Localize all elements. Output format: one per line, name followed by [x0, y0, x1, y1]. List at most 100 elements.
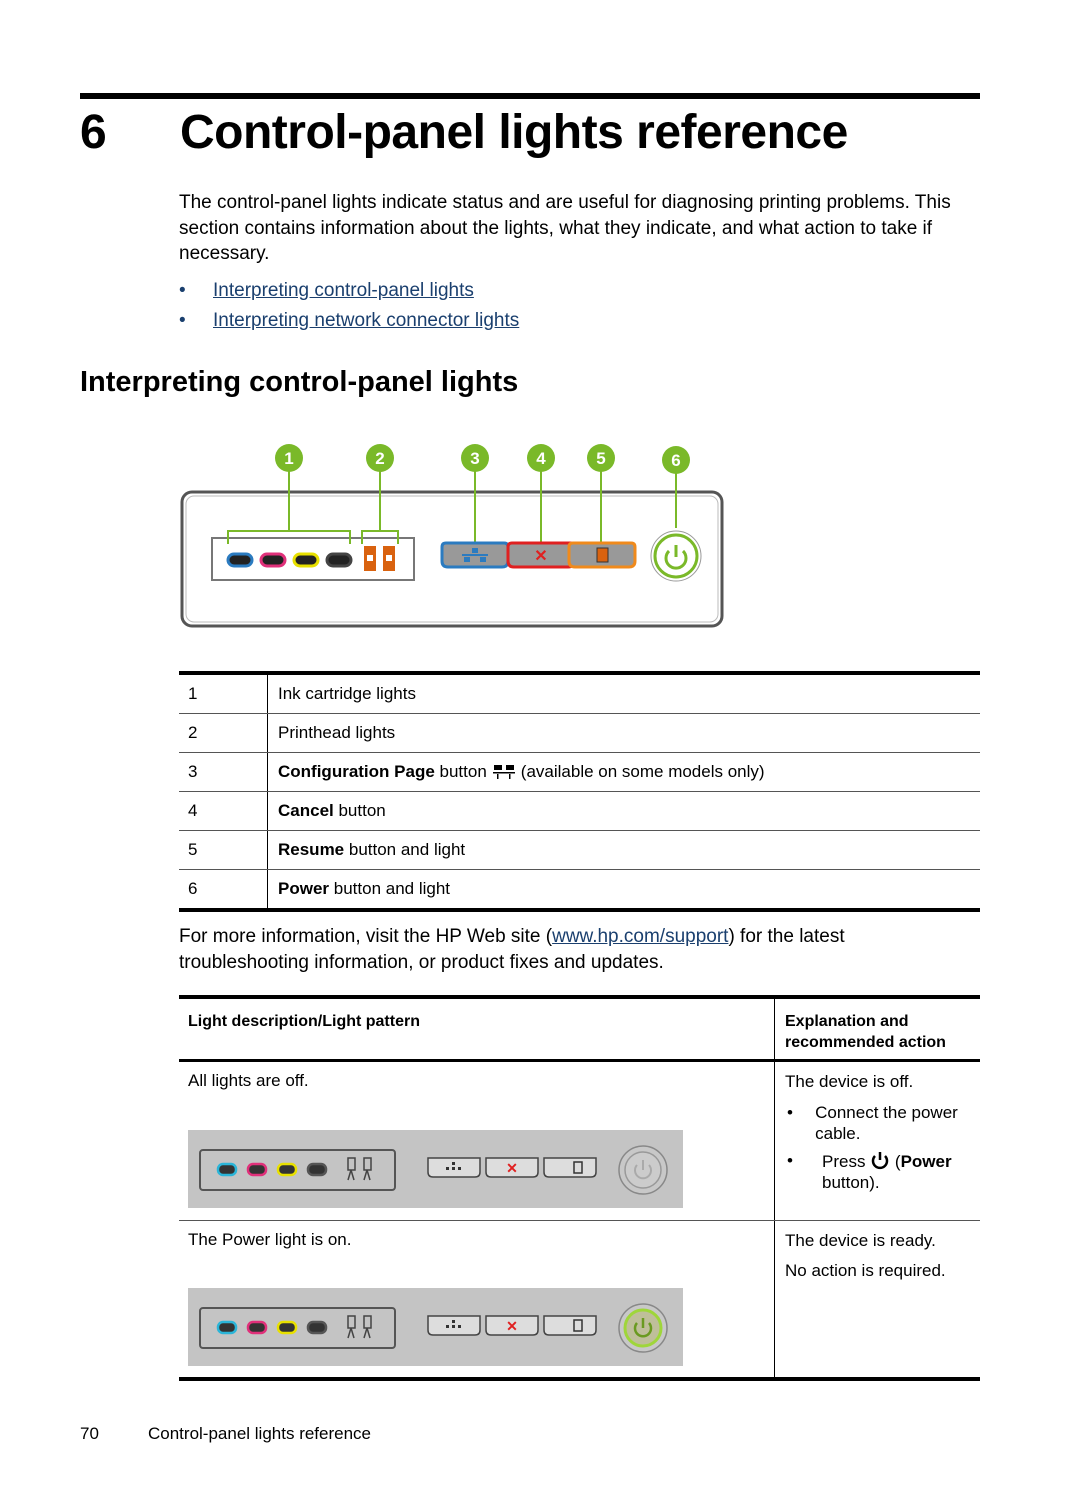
page-number: 70: [80, 1424, 99, 1443]
row-number: 3: [179, 753, 268, 791]
control-panel-figure: ✕ 1 2 3 4 5 6: [180, 444, 724, 628]
link-item: • Interpreting network connector lights: [179, 306, 519, 336]
cyan-ink-light: [216, 1162, 238, 1177]
callout-2-label: 2: [375, 449, 384, 468]
bullet-icon: •: [179, 280, 186, 301]
header-explanation: Explanation and recommended action: [785, 1013, 946, 1051]
link-interpreting-network-connector-lights[interactable]: Interpreting network connector lights: [213, 306, 519, 336]
table-row: All lights are off. ✕ The device is off.…: [179, 1062, 980, 1221]
callout-1-label: 1: [284, 449, 293, 468]
footer-chapter-title: Control-panel lights reference: [148, 1424, 372, 1443]
row-bold-text: Cancel: [278, 801, 334, 820]
black-ink-light: [306, 1162, 328, 1177]
light-description-cell: All lights are off. ✕: [179, 1062, 775, 1220]
row-description: Cancel button: [268, 792, 980, 830]
callout-4-label: 4: [536, 449, 546, 468]
magenta-ink-light: [246, 1320, 268, 1335]
more-info-text: For more information, visit the HP Web s…: [179, 926, 553, 947]
row-text-after: (available on some models only): [520, 762, 765, 781]
row-description: Ink cartridge lights: [268, 675, 980, 713]
chapter-links: • Interpreting control-panel lights • In…: [179, 276, 519, 336]
row-bold-text: Power: [278, 879, 330, 898]
row-number: 1: [179, 675, 268, 713]
light-description: The Power light is on.: [188, 1230, 352, 1249]
cyan-ink-light: [226, 552, 254, 568]
panel-pattern-power-on: ✕: [188, 1288, 683, 1366]
row-number: 6: [179, 870, 268, 908]
table-row: The Power light is on. ✕ The device is r…: [179, 1221, 980, 1377]
row-text: button and light: [344, 840, 466, 859]
yellow-ink-light: [276, 1162, 298, 1177]
section-title: Interpreting control-panel lights: [80, 366, 519, 398]
chapter-intro: The control-panel lights indicate status…: [179, 192, 951, 264]
magenta-ink-light: [246, 1162, 268, 1177]
link-interpreting-control-panel-lights[interactable]: Interpreting control-panel lights: [213, 276, 474, 306]
table-row: 3 Configuration Page button (available o…: [179, 753, 980, 792]
black-ink-light: [325, 552, 353, 568]
light-description-cell: The Power light is on. ✕: [179, 1221, 775, 1377]
row-text: Ink cartridge lights: [278, 684, 416, 703]
row-text: button: [333, 801, 386, 820]
action-item: • Connect the power cable.: [785, 1102, 970, 1144]
row-description: Resume button and light: [268, 831, 980, 869]
hp-support-link[interactable]: www.hp.com/support: [552, 926, 728, 947]
explanation-text: The device is ready.: [785, 1231, 936, 1250]
explanation-cell: The device is off. • Connect the power c…: [775, 1062, 980, 1220]
callout-3-label: 3: [470, 449, 479, 468]
yellow-ink-light: [292, 552, 320, 568]
black-ink-light: [306, 1320, 328, 1335]
light-description: All lights are off.: [188, 1071, 309, 1090]
link-item: • Interpreting control-panel lights: [179, 276, 519, 306]
table-row: 5 Resume button and light: [179, 831, 980, 870]
table-header: Light description/Light pattern Explanat…: [179, 999, 980, 1062]
table-row: 4 Cancel button: [179, 792, 980, 831]
chapter-top-rule: [80, 93, 980, 99]
row-description: Power button and light: [268, 870, 980, 908]
callout-5-label: 5: [596, 449, 605, 468]
magenta-ink-light: [259, 552, 287, 568]
table-row: 6 Power button and light: [179, 870, 980, 908]
action-text: Connect the power cable.: [815, 1103, 958, 1143]
row-bold-text: Configuration Page: [278, 762, 435, 781]
explanation-extra: No action is required.: [785, 1261, 946, 1280]
cancel-x-icon: ✕: [506, 1318, 518, 1334]
bullet-icon: •: [787, 1103, 793, 1122]
more-info-paragraph: For more information, visit the HP Web s…: [179, 924, 979, 975]
resume-button: [543, 1157, 597, 1178]
lights-table: Light description/Light pattern Explanat…: [179, 995, 980, 1381]
press-close: button).: [822, 1173, 880, 1192]
row-number: 4: [179, 792, 268, 830]
action-item: • Press (Power button).: [785, 1150, 970, 1193]
power-icon: [872, 1152, 889, 1170]
chapter-number: 6: [80, 106, 107, 159]
legend-table: 1 Ink cartridge lights 2 Printhead light…: [179, 671, 980, 912]
action-press: Press (Power button).: [822, 1150, 952, 1193]
callout-6-label: 6: [671, 451, 680, 470]
table-row: 2 Printhead lights: [179, 714, 980, 753]
explanation-text: The device is off.: [785, 1072, 914, 1091]
row-text: button and light: [329, 879, 451, 898]
resume-page-icon: [596, 547, 609, 563]
panel-pattern-all-off: ✕: [188, 1130, 683, 1208]
resume-button: [543, 1315, 597, 1336]
bullet-icon: •: [787, 1151, 793, 1170]
cancel-x-icon: ✕: [506, 1160, 518, 1176]
table-row: 1 Ink cartridge lights: [179, 675, 980, 714]
explanation-cell: The device is ready. No action is requir…: [775, 1221, 980, 1377]
header-light-description: Light description/Light pattern: [179, 999, 775, 1059]
bullet-icon: •: [179, 310, 186, 331]
press-bold: Power: [900, 1152, 952, 1171]
row-number: 5: [179, 831, 268, 869]
row-bold-text: Resume: [278, 840, 345, 859]
chapter-title: Control-panel lights reference: [180, 106, 848, 159]
row-description: Configuration Page button (available on …: [268, 753, 980, 791]
page-footer: 70 Control-panel lights reference: [80, 1424, 371, 1444]
yellow-ink-light: [276, 1320, 298, 1335]
row-number: 2: [179, 714, 268, 752]
press-prefix: Press: [822, 1152, 871, 1171]
row-description: Printhead lights: [268, 714, 980, 752]
row-text: Printhead lights: [278, 723, 396, 742]
press-open: (: [890, 1152, 901, 1171]
cancel-x-icon: ✕: [534, 548, 547, 565]
network-config-icon: [492, 765, 515, 779]
